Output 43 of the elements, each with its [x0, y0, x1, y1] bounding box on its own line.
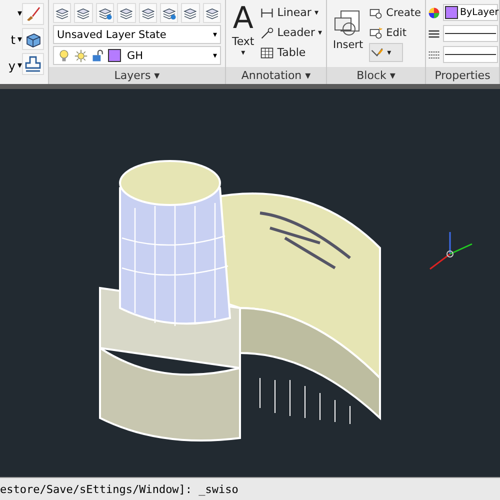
panel-title[interactable]: Annotation ▾ [226, 67, 326, 84]
cube-icon[interactable] [22, 28, 44, 50]
brush-icon[interactable] [22, 3, 44, 25]
color-wheel-icon[interactable] [428, 6, 440, 20]
color-dropdown[interactable]: ByLayer [443, 4, 498, 21]
dimension-icon [260, 6, 274, 20]
caret-icon[interactable]: ▾ [17, 35, 22, 45]
table-icon [260, 46, 274, 60]
lock-icon[interactable] [91, 48, 105, 62]
attribute-icon [370, 46, 384, 60]
layer-tool-icon[interactable] [117, 3, 136, 23]
caret-icon[interactable]: ▾ [17, 9, 22, 19]
layer-tool-icon[interactable] [202, 3, 221, 23]
lineweight-dropdown[interactable] [443, 25, 498, 42]
create-block-button[interactable]: Create [369, 3, 422, 22]
leader-button[interactable]: Leader ▾ [260, 23, 322, 42]
dropdown-label[interactable]: y [8, 59, 16, 73]
layer-tool-icon[interactable] [53, 3, 72, 23]
dropdown-label[interactable]: t [10, 33, 16, 47]
insert-button[interactable]: Insert [331, 3, 366, 67]
layer-tool-icon[interactable] [96, 3, 114, 23]
layer-tool-icon[interactable] [74, 3, 93, 23]
linetype-dropdown[interactable] [443, 46, 498, 63]
text-button[interactable]: A Text ▾ [230, 3, 256, 67]
block-edit-icon [369, 26, 384, 40]
attribute-button[interactable]: ▾ [369, 43, 404, 62]
table-button[interactable]: Table [260, 43, 322, 62]
stamp-icon[interactable] [22, 53, 44, 75]
layer-tool-icon[interactable] [138, 3, 157, 23]
linear-button[interactable]: Linear ▾ [260, 3, 322, 22]
layer-tool-icon[interactable] [181, 3, 200, 23]
edit-block-button[interactable]: Edit [369, 23, 422, 42]
panel-title[interactable]: Block ▾ [327, 67, 426, 84]
lightbulb-icon[interactable] [57, 48, 71, 62]
command-text: estore/Save/sEttings/Window]: _swiso [0, 482, 238, 496]
leader-icon [260, 26, 274, 40]
panel-title[interactable]: Layers ▾ [49, 67, 225, 84]
layer-dropdown[interactable]: GH ▾ [53, 46, 221, 65]
sun-icon[interactable] [74, 48, 88, 62]
panel-title[interactable]: Properties [426, 67, 499, 84]
layer-tool-icon[interactable] [160, 3, 178, 23]
layer-state-dropdown[interactable]: Unsaved Layer State ▾ [53, 25, 221, 44]
caret-icon[interactable]: ▾ [17, 61, 22, 71]
